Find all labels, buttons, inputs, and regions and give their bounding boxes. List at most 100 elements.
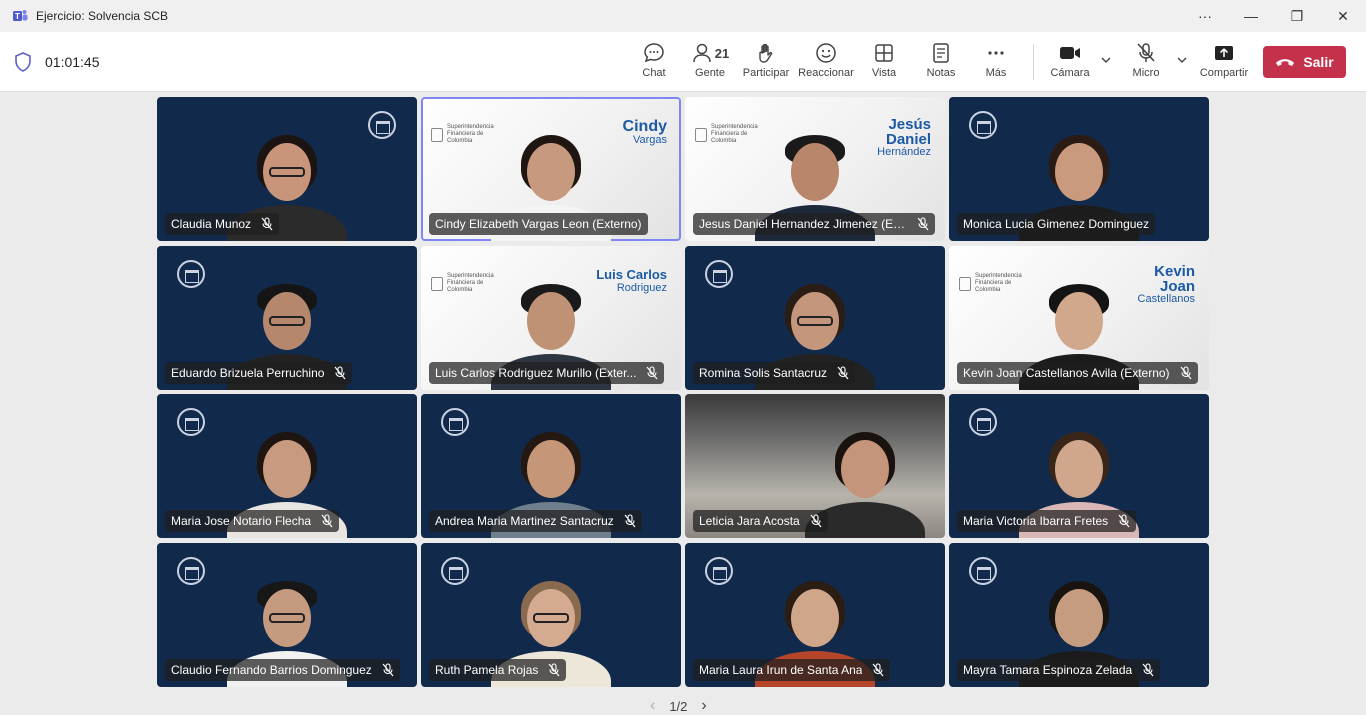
brand-logo: Superintendencia Financiera de Colombia [695,124,761,145]
participant-name-label: Andrea Maria Martinez Santacruz [429,510,642,532]
restore-button[interactable]: ❐ [1274,0,1320,32]
mic-muted-icon [872,663,884,677]
smiley-icon [816,43,836,63]
participant-name: Eduardo Brizuela Perruchino [171,366,325,380]
mic-muted-icon [1142,663,1154,677]
mic-muted-icon [917,217,929,231]
participant-tile[interactable]: Maria Jose Notario Flecha [157,394,417,538]
meeting-toolbar: 01:01:45 Chat 21 Gente Participar Reacci… [0,32,1366,92]
mic-options-chevron-icon[interactable] [1176,54,1188,66]
close-button[interactable]: ✕ [1320,0,1366,32]
participant-name: Maria Laura Irun de Santa Ana [699,663,863,677]
participant-name-label: Maria Laura Irun de Santa Ana [693,659,891,681]
more-icon [988,51,1004,55]
mic-muted-icon [261,217,273,231]
participant-tile[interactable]: Mayra Tamara Espinoza Zelada [949,543,1209,687]
participant-tile[interactable]: Ruth Pamela Rojas [421,543,681,687]
overlay-first-name: Kevin Joan [1154,263,1195,295]
next-page-button[interactable]: › [701,697,706,715]
more-label: Más [985,67,1007,79]
participant-tile[interactable]: Romina Solis Santacruz [685,246,945,390]
participant-name-label: Mayra Tamara Espinoza Zelada [957,659,1161,681]
meeting-timer: 01:01:45 [45,54,100,70]
more-options-button[interactable]: ··· [1182,0,1228,32]
name-overlay: Kevin Joan Castellanos [1135,264,1195,305]
leave-label: Salir [1303,54,1334,70]
mic-label: Micro [1132,67,1160,79]
share-button[interactable]: Compartir [1198,40,1250,88]
video-grid: Claudia Munoz Superintendencia Financier… [157,97,1209,687]
notes-icon [933,43,949,63]
participant-tile[interactable]: Claudia Munoz [157,97,417,241]
brand-text: Superintendencia Financiera de Colombia [447,273,494,293]
participant-tile[interactable]: Superintendencia Financiera de Colombia … [949,246,1209,390]
camera-button[interactable]: Cámara [1049,40,1091,88]
participant-name: Claudio Fernando Barrios Dominguez [171,663,372,677]
participant-name-label: Monica Lucia Gimenez Dominguez [957,213,1156,235]
gallery-pager: ‹ 1/2 › [650,697,707,715]
mic-off-icon [1137,43,1155,62]
participant-tile[interactable]: Monica Lucia Gimenez Dominguez [949,97,1209,241]
view-button[interactable]: Vista [866,40,902,88]
participant-tile[interactable]: Claudio Fernando Barrios Dominguez [157,543,417,687]
toolbar-divider [1033,44,1034,80]
participant-tile[interactable]: Maria Victoria Ibarra Fretes [949,394,1209,538]
participant-name-label: Jesus Daniel Hernandez Jimenez (Ex... [693,213,935,235]
participant-name: Claudia Munoz [171,217,252,231]
participant-tile-active-speaker[interactable]: Superintendencia Financiera de Colombia … [421,97,681,241]
raise-hand-button[interactable]: Participar [742,40,790,88]
participant-tile[interactable]: Eduardo Brizuela Perruchino [157,246,417,390]
participant-name: Maria Jose Notario Flecha [171,514,312,528]
brand-logo: Superintendencia Financiera de Colombia [431,273,497,294]
mic-muted-icon [624,514,636,528]
notes-button[interactable]: Notas [922,40,960,88]
window-title: Ejercicio: Solvencia SCB [36,9,169,23]
participant-name-label: Claudia Munoz [165,213,280,235]
participant-name: Leticia Jara Acosta [699,514,800,528]
camera-options-chevron-icon[interactable] [1100,54,1112,66]
participant-name: Maria Victoria Ibarra Fretes [963,514,1109,528]
participant-name: Cindy Elizabeth Vargas Leon (Externo) [435,217,642,231]
react-button[interactable]: Reaccionar [798,40,854,88]
institution-seal-icon [177,260,205,288]
chat-button[interactable]: Chat [636,40,672,88]
camera-icon [1060,47,1080,59]
share-label: Compartir [1199,67,1249,79]
participant-tile[interactable]: Superintendencia Financiera de Colombia … [421,246,681,390]
people-button[interactable]: 21 Gente [688,40,732,88]
institution-seal-icon [177,408,205,436]
mic-muted-icon [321,514,333,528]
participant-name: Kevin Joan Castellanos Avila (Externo) [963,366,1170,380]
leave-button[interactable]: Salir [1263,46,1346,78]
participant-tile[interactable]: Superintendencia Financiera de Colombia … [685,97,945,241]
people-icon [693,43,711,63]
participant-name-label: Luis Carlos Rodriguez Murillo (Exter... [429,362,665,384]
participant-tile[interactable]: Leticia Jara Acosta [685,394,945,538]
mic-muted-icon [334,366,346,380]
more-button[interactable]: Más [980,40,1012,88]
participant-name-label: Maria Victoria Ibarra Fretes [957,510,1137,532]
hang-up-icon [1276,59,1295,66]
minimize-button[interactable]: — [1228,0,1274,32]
previous-page-button[interactable]: ‹ [650,697,655,715]
participant-name: Jesus Daniel Hernandez Jimenez (Ex... [699,217,907,231]
participant-tile[interactable]: Maria Laura Irun de Santa Ana [685,543,945,687]
participant-name-label: Claudio Fernando Barrios Dominguez [165,659,400,681]
chat-label: Chat [642,67,666,79]
raise-hand-label: Participar [742,67,790,79]
superintendencia-logo-icon [959,276,971,291]
window-controls: ··· — ❐ ✕ [1182,0,1366,32]
mic-muted-icon [646,366,658,380]
camera-label: Cámara [1050,67,1090,79]
overlay-last-name: Vargas [632,134,667,146]
shield-icon[interactable] [14,52,32,72]
brand-text: Superintendencia Financiera de Colombia [975,273,1022,293]
page-indicator: 1/2 [669,698,688,714]
chat-icon [644,43,664,63]
mic-button[interactable]: Micro [1128,40,1164,88]
participant-name: Andrea Maria Martinez Santacruz [435,514,614,528]
participant-tile[interactable]: Andrea Maria Martinez Santacruz [421,394,681,538]
superintendencia-logo-icon [695,127,707,142]
grid-view-icon [875,44,893,62]
institution-seal-icon [969,408,997,436]
